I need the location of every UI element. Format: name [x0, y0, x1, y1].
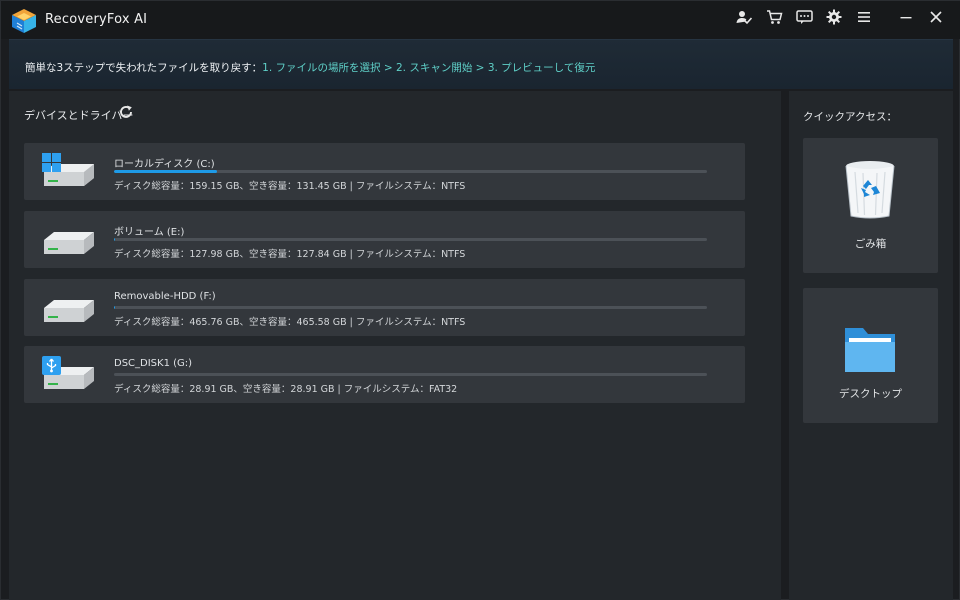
drive-usage-fill	[114, 170, 218, 173]
quick-access-panel: クイックアクセス： ごみ箱 デスクトップ	[789, 91, 953, 600]
drive-info: ディスク総容量：159.15 GB、空き容量：131.45 GB | ファイルシ…	[114, 181, 466, 192]
drive-info: ディスク総容量：127.98 GB、空き容量：127.84 GB | ファイルシ…	[114, 249, 466, 260]
app-logo-icon	[12, 9, 36, 33]
hard-drive-icon	[44, 300, 94, 322]
drive-item-f[interactable]: Removable-HDD (F:) ディスク総容量：465.76 GB、空き容…	[24, 279, 745, 336]
steps-banner: 簡単な3ステップで失われたファイルを取り戻す：1. ファイルの場所を選択 > 2…	[9, 39, 953, 89]
banner-lead: 簡単な3ステップで失われたファイルを取り戻す：	[25, 62, 263, 74]
windows-drive-icon	[42, 153, 94, 186]
drive-item-c[interactable]: ローカルディスク (C:) ディスク総容量：159.15 GB、空き容量：131…	[24, 143, 745, 200]
app-window: RecoveryFox AI 簡単な3ステップで失われたファイルを取り戻す：1.…	[0, 0, 960, 600]
drive-usage-fill	[114, 238, 115, 241]
desktop-label: デスクトップ	[839, 388, 902, 400]
title-bar: RecoveryFox AI	[1, 1, 960, 39]
quick-access-title: クイックアクセス：	[803, 111, 897, 123]
drive-usage-bar	[114, 170, 707, 173]
quick-access-recycle-bin[interactable]: ごみ箱	[803, 138, 938, 273]
title-bar-controls	[729, 7, 951, 27]
drive-info: ディスク総容量：465.76 GB、空き容量：465.58 GB | ファイルシ…	[114, 317, 466, 328]
drive-info: ディスク総容量：28.91 GB、空き容量：28.91 GB | ファイルシステ…	[114, 384, 458, 395]
drive-name: ローカルディスク (C:)	[114, 159, 215, 170]
drive-name: Removable-HDD (F:)	[114, 291, 216, 302]
drive-usage-bar	[114, 238, 707, 241]
minimize-icon[interactable]	[891, 7, 921, 27]
drive-item-g[interactable]: DSC_DISK1 (G:) ディスク総容量：28.91 GB、空き容量：28.…	[24, 346, 745, 403]
menu-icon[interactable]	[849, 7, 879, 27]
quick-access-desktop[interactable]: デスクトップ	[803, 288, 938, 423]
devices-panel: デバイスとドライバー ローカルディスク (C:) ディスク総容量：159.15 …	[9, 91, 781, 600]
app-title: RecoveryFox AI	[45, 12, 148, 27]
account-icon[interactable]	[729, 7, 759, 27]
recycle-bin-label: ごみ箱	[854, 238, 887, 250]
drive-name: ボリューム (E:)	[114, 227, 185, 238]
close-icon[interactable]	[921, 7, 951, 27]
banner-text: 簡単な3ステップで失われたファイルを取り戻す：1. ファイルの場所を選択 > 2…	[25, 60, 595, 75]
recycle-bin-icon	[845, 161, 895, 219]
drive-usage-bar	[114, 306, 707, 309]
refresh-icon[interactable]	[118, 104, 134, 120]
usb-drive-icon	[42, 356, 94, 389]
cart-icon[interactable]	[759, 7, 789, 27]
settings-gear-icon[interactable]	[819, 7, 849, 27]
drive-usage-bar	[114, 373, 707, 376]
drive-name: DSC_DISK1 (G:)	[114, 358, 193, 369]
feedback-icon[interactable]	[789, 7, 819, 27]
banner-steps: 1. ファイルの場所を選択 > 2. スキャン開始 > 3. プレビューして復元	[262, 62, 596, 74]
hard-drive-icon	[44, 232, 94, 254]
drive-item-e[interactable]: ボリューム (E:) ディスク総容量：127.98 GB、空き容量：127.84…	[24, 211, 745, 268]
folder-icon	[845, 328, 895, 372]
